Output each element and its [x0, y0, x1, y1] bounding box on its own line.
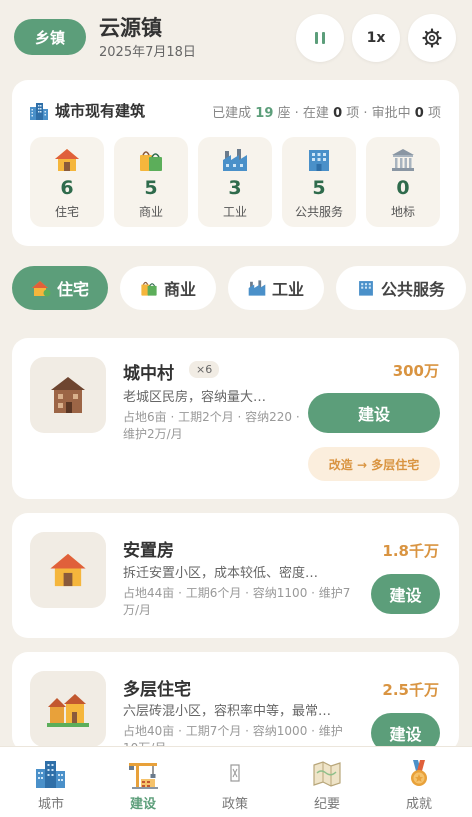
- scroll-icon: [230, 764, 240, 782]
- houses-icon: [47, 694, 89, 727]
- build-button[interactable]: 建设: [371, 574, 440, 614]
- nav-city[interactable]: 城市: [4, 753, 98, 813]
- tab-public-service[interactable]: 公共服务: [336, 266, 466, 310]
- shopping-bags-icon: [141, 281, 157, 296]
- stat-commercial: 5 商业: [114, 137, 188, 227]
- stat-industrial-label: 工业: [222, 205, 247, 219]
- building-price: 300万: [392, 362, 439, 380]
- stat-landmark-value: 0: [396, 177, 410, 199]
- shopping-bags-icon: [140, 151, 162, 171]
- nav-achievements-label: 成就: [405, 797, 432, 812]
- tab-residential-label: 住宅: [56, 280, 89, 299]
- building-price: 2.5千万: [382, 681, 439, 699]
- map-icon: [313, 761, 341, 787]
- nav-build-label: 建设: [129, 797, 156, 812]
- pause-icon: [315, 32, 325, 44]
- stat-public-service: 5 公共服务: [282, 137, 356, 227]
- category-tabs: 住宅 商业 工业 公共服务: [0, 266, 472, 312]
- building-count: 0: [333, 106, 343, 121]
- construction-status: 已建成 19 座 · 在建 0 项 · 审批中 0 项: [212, 102, 441, 121]
- building-description: 六层砖混小区，容积率中等，最常…: [123, 704, 332, 719]
- stat-landmark-label: 地标: [390, 205, 415, 219]
- building-card-chengzhongcun: 城中村 ×6 老城区民房，容纳量大… 占地6亩 · 工期2个月 · 容纳220 …: [12, 338, 459, 499]
- bottom-navigation: 城市 建设 政策 纪要 成就: [0, 746, 472, 817]
- stat-landmark: 0 地标: [366, 137, 440, 227]
- building-meta: 占地6亩 · 工期2个月 · 容纳220 · 维护2万/月: [123, 410, 300, 441]
- speed-button[interactable]: 1x: [352, 14, 400, 62]
- construction-crane-icon: [129, 763, 158, 789]
- building-card-duoceng: 多层住宅 六层砖混小区，容积率中等，最常… 占地40亩 · 工期7个月 · 容纳…: [12, 652, 459, 752]
- medal-icon: [411, 760, 427, 786]
- stat-residential-value: 6: [60, 177, 74, 199]
- building-description: 老城区民房，容纳量大…: [123, 390, 267, 405]
- approving-prefix: 项 · 审批中: [346, 106, 411, 121]
- speed-label: 1x: [366, 30, 386, 46]
- approving-suffix: 项: [427, 106, 441, 121]
- cityscape-icon: [36, 761, 65, 788]
- stat-industrial-value: 3: [228, 177, 242, 199]
- house-garden-icon: [31, 281, 51, 297]
- stat-public-service-label: 公共服务: [294, 205, 343, 219]
- house-icon: [50, 553, 86, 587]
- office-building-icon: [309, 150, 329, 171]
- nav-chronicle-label: 纪要: [313, 797, 340, 812]
- nav-achievements[interactable]: 成就: [372, 753, 466, 813]
- factory-icon: [223, 149, 247, 171]
- game-date: 2025年7月18日: [99, 45, 196, 60]
- stat-residential: 6 住宅: [30, 137, 104, 227]
- building-price: 1.8千万: [382, 542, 439, 560]
- house-icon: [55, 149, 79, 171]
- approving-count: 0: [414, 106, 424, 121]
- office-building-icon: [359, 281, 373, 296]
- building-name: 城中村: [123, 364, 174, 384]
- building-name: 多层住宅: [123, 680, 191, 700]
- tab-public-service-label: 公共服务: [380, 280, 445, 299]
- building-meta: 占地44亩 · 工期6个月 · 容纳1100 · 维护7万/月: [123, 586, 351, 617]
- tab-commercial-label: 商业: [163, 280, 196, 299]
- nav-policy[interactable]: 政策: [188, 753, 282, 813]
- summary-title: 城市现有建筑: [55, 102, 146, 120]
- stat-public-service-value: 5: [312, 177, 326, 199]
- classical-building-icon: [392, 149, 414, 171]
- cityscape-icon: [30, 102, 48, 120]
- factory-icon: [248, 280, 266, 296]
- built-count: 19: [255, 106, 274, 121]
- nav-city-label: 城市: [37, 797, 64, 812]
- tab-commercial[interactable]: 商业: [120, 266, 216, 310]
- summary-title-row: 城市现有建筑: [29, 100, 145, 121]
- pause-button[interactable]: [296, 14, 344, 62]
- stat-industrial: 3 工业: [198, 137, 272, 227]
- city-level-badge[interactable]: 乡镇: [14, 19, 86, 55]
- nav-build[interactable]: 建设: [96, 753, 190, 813]
- brick-house-icon: [51, 377, 85, 413]
- settings-button[interactable]: [408, 14, 456, 62]
- stat-commercial-label: 商业: [138, 205, 163, 219]
- nav-policy-label: 政策: [221, 797, 248, 812]
- tab-residential[interactable]: 住宅: [12, 266, 108, 310]
- stat-commercial-value: 5: [144, 177, 158, 199]
- building-name: 安置房: [123, 541, 174, 561]
- top-header: 乡镇 云源镇 2025年7月18日 1x: [0, 0, 472, 72]
- build-button[interactable]: 建设: [308, 393, 440, 433]
- building-icon-box: [30, 671, 106, 747]
- building-prefix: 座 · 在建: [277, 106, 329, 121]
- existing-buildings-card: 城市现有建筑 已建成 19 座 · 在建 0 项 · 审批中 0 项 6 住宅 …: [12, 80, 459, 246]
- built-prefix: 已建成: [212, 106, 252, 121]
- building-icon-box: [30, 357, 106, 433]
- tab-industrial[interactable]: 工业: [228, 266, 324, 310]
- owned-count-badge: ×6: [189, 361, 220, 378]
- gear-icon: [422, 28, 442, 48]
- building-icon-box: [30, 532, 106, 608]
- building-description: 拆迁安置小区，成本较低、密度…: [123, 566, 319, 581]
- city-name: 云源镇: [99, 16, 162, 40]
- tab-industrial-label: 工业: [271, 280, 304, 299]
- stat-residential-label: 住宅: [54, 205, 79, 219]
- upgrade-button[interactable]: 改造 → 多层住宅: [308, 447, 440, 481]
- building-card-anzhifang: 安置房 拆迁安置小区，成本较低、密度… 占地44亩 · 工期6个月 · 容纳11…: [12, 513, 459, 638]
- nav-chronicle[interactable]: 纪要: [280, 753, 374, 813]
